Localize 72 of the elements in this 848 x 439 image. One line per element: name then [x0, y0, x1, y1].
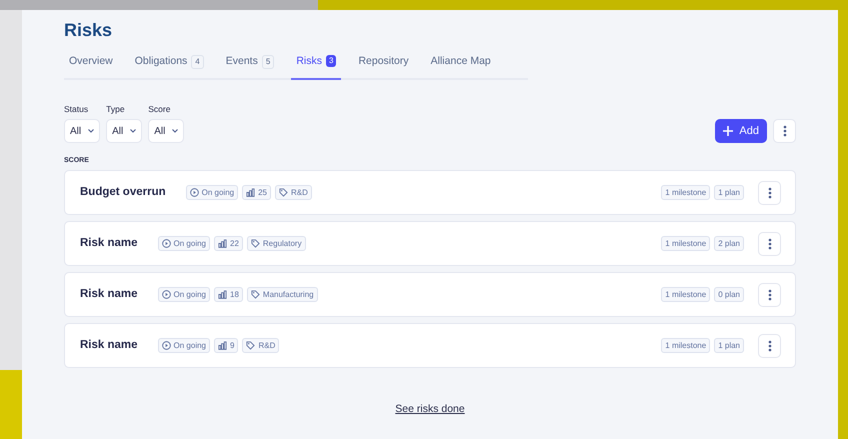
tag-icon [279, 188, 288, 197]
more-button[interactable] [758, 334, 781, 358]
tab[interactable]: Alliance Map [426, 54, 496, 80]
kebab-icon [768, 340, 772, 352]
chevron-down-icon [130, 129, 136, 133]
filter-dropdown[interactable]: All [64, 119, 100, 143]
count-badge: 3 [326, 55, 336, 67]
milestone-count: 1 milestone [661, 236, 710, 251]
tag-chip: R&D [242, 338, 280, 353]
bar-chart-icon [218, 239, 227, 248]
kebab-icon [768, 238, 772, 250]
plan-count: 1 plan [714, 338, 744, 353]
tab[interactable]: Risks 3 [291, 54, 342, 80]
more-button[interactable] [758, 232, 781, 256]
page-title: Risks [64, 19, 114, 41]
more-button[interactable] [758, 282, 781, 306]
tab[interactable]: Obligations 4 [130, 54, 209, 80]
risk-name: Risk name [80, 236, 138, 251]
chevron-down-icon [88, 129, 94, 133]
bar-chart-icon [218, 341, 227, 350]
plan-count: 1 plan [714, 185, 744, 200]
milestone-count: 1 milestone [661, 185, 710, 200]
tag-icon [250, 239, 260, 248]
status-chip: On going [186, 185, 238, 200]
bar-chart-icon [246, 188, 256, 197]
filter-dropdown[interactable]: All [106, 119, 142, 143]
more-button[interactable] [773, 119, 796, 143]
see-risks-done-link[interactable]: See risks done [395, 402, 465, 418]
tag-icon [250, 290, 260, 299]
risk-card[interactable]: Risk name On going 9 R&D 1 milestone 1 plan [64, 323, 796, 368]
play-circle-icon [162, 341, 171, 350]
play-circle-icon [162, 290, 171, 299]
risk-name: Risk name [80, 286, 138, 302]
tag-icon [246, 341, 256, 350]
score-chip: 18 [214, 287, 243, 302]
tab[interactable]: Repository [353, 54, 414, 80]
status-chip: On going [158, 338, 210, 353]
risk-name: Budget overrun [80, 184, 166, 200]
add-button[interactable]: Add [715, 119, 767, 143]
milestone-count: 1 milestone [661, 287, 710, 302]
plan-count: 0 plan [714, 287, 744, 302]
filter-label: Type [106, 104, 125, 114]
score-chip: 9 [214, 338, 238, 353]
play-circle-icon [190, 188, 199, 197]
tab[interactable]: Overview [64, 54, 118, 80]
tab[interactable]: Events 5 [220, 54, 280, 80]
score-chip: 25 [242, 185, 271, 200]
bar-chart-icon [218, 290, 227, 299]
plus-icon [723, 126, 734, 136]
filter-label: Status [64, 104, 88, 114]
tag-chip: Regulatory [246, 236, 306, 251]
count-badge: 4 [191, 55, 204, 69]
risk-card[interactable]: Budget overrun On going 25 R&D 1 milestone 1 plan [64, 170, 796, 215]
risk-card[interactable]: Risk name On going 18 Manufacturing 1 milestone 0 plan [64, 272, 796, 317]
chevron-down-icon [172, 129, 178, 133]
tag-chip: R&D [275, 185, 312, 200]
filter-dropdown[interactable]: All [148, 119, 184, 143]
milestone-count: 1 milestone [661, 338, 710, 353]
score-chip: 22 [214, 236, 243, 251]
plan-count: 2 plan [714, 236, 744, 251]
kebab-icon [782, 125, 786, 137]
risk-name: Risk name [80, 338, 138, 353]
risk-card[interactable]: Risk name On going 22 Regulatory 1 milestone 2 plan [64, 221, 796, 266]
kebab-icon [768, 288, 772, 300]
play-circle-icon [162, 239, 171, 248]
status-chip: On going [158, 236, 210, 251]
count-badge: 5 [262, 55, 274, 69]
more-button[interactable] [758, 180, 781, 204]
filter-label: Score [148, 104, 170, 114]
tag-chip: Manufacturing [246, 287, 318, 302]
status-chip: On going [158, 287, 210, 302]
kebab-icon [768, 186, 772, 198]
